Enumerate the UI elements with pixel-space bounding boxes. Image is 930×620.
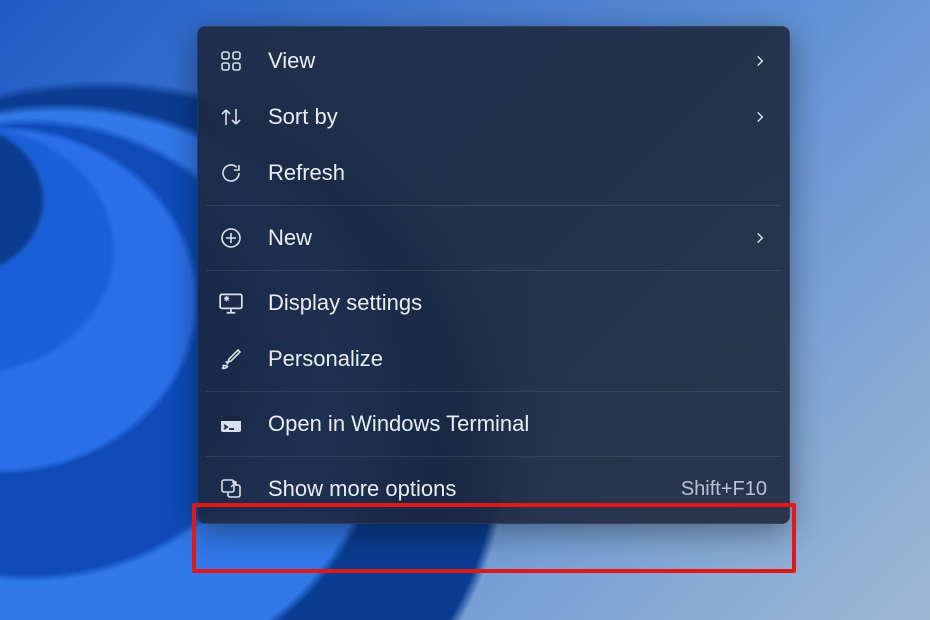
keyboard-shortcut: Shift+F10 (681, 478, 767, 501)
menu-label: View (268, 48, 747, 74)
sort-icon (216, 102, 246, 132)
expand-icon (216, 474, 246, 504)
menu-item-show-more-options[interactable]: Show more options Shift+F10 (202, 461, 785, 517)
menu-item-display-settings[interactable]: Display settings (202, 275, 785, 331)
grid-icon (216, 46, 246, 76)
menu-label: Show more options (268, 476, 681, 502)
menu-item-refresh[interactable]: Refresh (202, 145, 785, 201)
menu-item-personalize[interactable]: Personalize (202, 331, 785, 387)
chevron-right-icon (747, 54, 767, 68)
plus-circle-icon (216, 223, 246, 253)
menu-item-open-terminal[interactable]: Open in Windows Terminal (202, 396, 785, 452)
menu-label: Sort by (268, 104, 747, 130)
menu-separator (206, 456, 781, 457)
menu-separator (206, 391, 781, 392)
menu-label: Open in Windows Terminal (268, 411, 747, 437)
chevron-right-icon (747, 231, 767, 245)
menu-label: New (268, 225, 747, 251)
desktop-context-menu: View Sort by Refresh (197, 26, 790, 524)
menu-separator (206, 205, 781, 206)
menu-separator (206, 270, 781, 271)
menu-item-view[interactable]: View (202, 33, 785, 89)
paintbrush-icon (216, 344, 246, 374)
menu-item-new[interactable]: New (202, 210, 785, 266)
chevron-right-icon (747, 110, 767, 124)
menu-item-sort-by[interactable]: Sort by (202, 89, 785, 145)
terminal-icon (216, 409, 246, 439)
refresh-icon (216, 158, 246, 188)
menu-label: Refresh (268, 160, 747, 186)
menu-label: Display settings (268, 290, 747, 316)
display-settings-icon (216, 288, 246, 318)
menu-label: Personalize (268, 346, 747, 372)
